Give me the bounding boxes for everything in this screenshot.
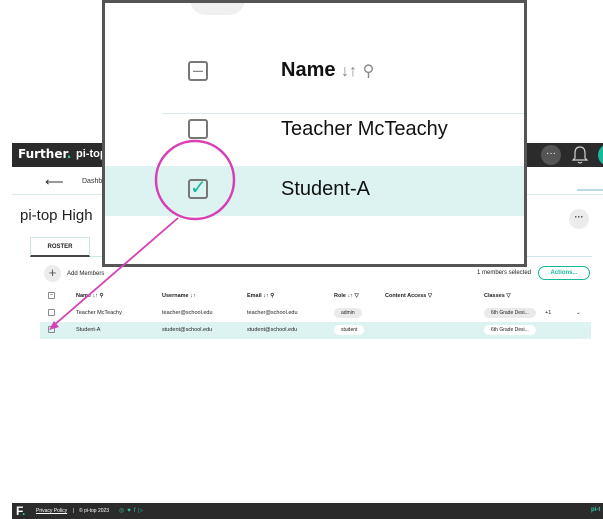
footer: F. Privacy Policy | © pi-top 2023 ◎♥f▷ p… [12, 503, 603, 519]
zoom-name-header: Name ↓↑ ⚲ [281, 59, 375, 81]
sort-icon: ↓↑ [341, 63, 358, 80]
row-expand-chevron-icon[interactable]: ⌄ [576, 310, 581, 316]
zoom-pill-shape [190, 3, 245, 15]
column-header-username[interactable]: Username ↓↑ [162, 293, 196, 299]
row-checkbox-checked[interactable]: ✓ [48, 326, 55, 333]
role-badge: student [334, 325, 365, 335]
row-email: teacher@school.edu [247, 310, 298, 316]
column-header-classes[interactable]: Classes ▽ [484, 293, 511, 299]
zoom-row-name: Student-A [281, 178, 370, 200]
row-checkbox[interactable] [48, 309, 55, 316]
zoom-row-checkbox [188, 119, 208, 139]
dashboard-link[interactable]: Dashb [82, 178, 102, 185]
zoom-row-checkbox-checked: ✓ [188, 177, 208, 199]
selection-count: 1 members selected [477, 270, 532, 276]
row-name: Teacher McTeachy [76, 310, 122, 316]
instagram-icon[interactable]: ◎ [119, 508, 127, 514]
zoom-row-selected: ✓ Student-A [105, 166, 524, 216]
subnav-accent-line [577, 189, 603, 191]
sort-icon[interactable]: ↓↑ [263, 293, 269, 299]
zoom-row: Teacher McTeachy [105, 104, 524, 154]
table-row[interactable]: ✓ Student-A student@school.edu student@s… [40, 322, 591, 339]
row-username: teacher@school.edu [162, 310, 213, 316]
search-icon: ⚲ [362, 63, 375, 80]
select-all-checkbox[interactable]: – [48, 292, 55, 299]
column-header-role[interactable]: Role ↓↑ ▽ [334, 293, 359, 299]
actions-button[interactable]: Actions... [538, 266, 590, 280]
role-badge: admin [334, 308, 362, 318]
row-email: student@school.edu [247, 327, 298, 333]
footer-right-brand: pi-t [591, 507, 601, 513]
bell-icon[interactable] [570, 144, 590, 166]
filter-icon[interactable]: ▽ [354, 293, 358, 299]
search-icon[interactable]: ⚲ [270, 293, 274, 299]
column-header-content-access[interactable]: Content Access ▽ [385, 293, 432, 299]
user-avatar[interactable]: Th [598, 144, 603, 166]
roster-table: – Name ↓↑ ⚲ Username ↓↑ Email ↓↑ ⚲ Role … [40, 288, 591, 339]
filter-icon[interactable]: ▽ [506, 293, 510, 299]
sort-icon[interactable]: ↓↑ [190, 293, 196, 299]
page-more-button[interactable]: ··· [569, 209, 589, 229]
footer-separator: | [73, 508, 75, 514]
table-header-row: – Name ↓↑ ⚲ Username ↓↑ Email ↓↑ ⚲ Role … [40, 288, 591, 305]
plus-icon: + [48, 265, 57, 280]
row-name: Student-A [76, 327, 101, 333]
zoom-header-row: – Name ↓↑ ⚲ [105, 47, 524, 97]
footer-logo: F. [16, 504, 26, 518]
class-badge[interactable]: 6th Grade Desi... [484, 308, 536, 318]
class-badge[interactable]: 6th Grade Desi... [484, 325, 536, 335]
filter-icon[interactable]: ▽ [428, 293, 432, 299]
row-username: student@school.edu [162, 327, 213, 333]
privacy-policy-link[interactable]: Privacy Policy [36, 508, 67, 514]
column-header-email[interactable]: Email ↓↑ ⚲ [247, 293, 274, 299]
sort-icon[interactable]: ↓↑ [93, 293, 99, 299]
column-header-name[interactable]: Name ↓↑ ⚲ [76, 293, 104, 299]
zoom-select-all-checkbox: – [188, 61, 208, 81]
table-row[interactable]: Teacher McTeachy teacher@school.edu teac… [40, 305, 591, 322]
zoom-row-name: Teacher McTeachy [281, 118, 448, 140]
page-title: pi-top High [20, 207, 93, 224]
search-icon[interactable]: ⚲ [100, 293, 104, 299]
copyright-text: © pi-top 2023 [79, 508, 110, 514]
brand-logo[interactable]: Further. [18, 147, 71, 161]
classes-extra-count[interactable]: +1 [545, 310, 551, 316]
sort-icon[interactable]: ↓↑ [347, 293, 353, 299]
screen: Further. pi-top ··· Th ⟵ Dashb pi-top Hi… [0, 0, 603, 519]
more-options-button[interactable]: ··· [541, 145, 561, 165]
add-members-button[interactable]: + [44, 265, 61, 282]
back-arrow-icon[interactable]: ⟵ [45, 174, 64, 190]
tab-roster[interactable]: ROSTER [30, 237, 90, 257]
youtube-icon[interactable]: ▷ [138, 508, 146, 514]
zoom-callout: – Name ↓↑ ⚲ Teacher McTeachy ✓ Student-A [102, 0, 527, 267]
add-members-label[interactable]: Add Members [67, 271, 104, 277]
social-icons: ◎♥f▷ [119, 507, 146, 514]
